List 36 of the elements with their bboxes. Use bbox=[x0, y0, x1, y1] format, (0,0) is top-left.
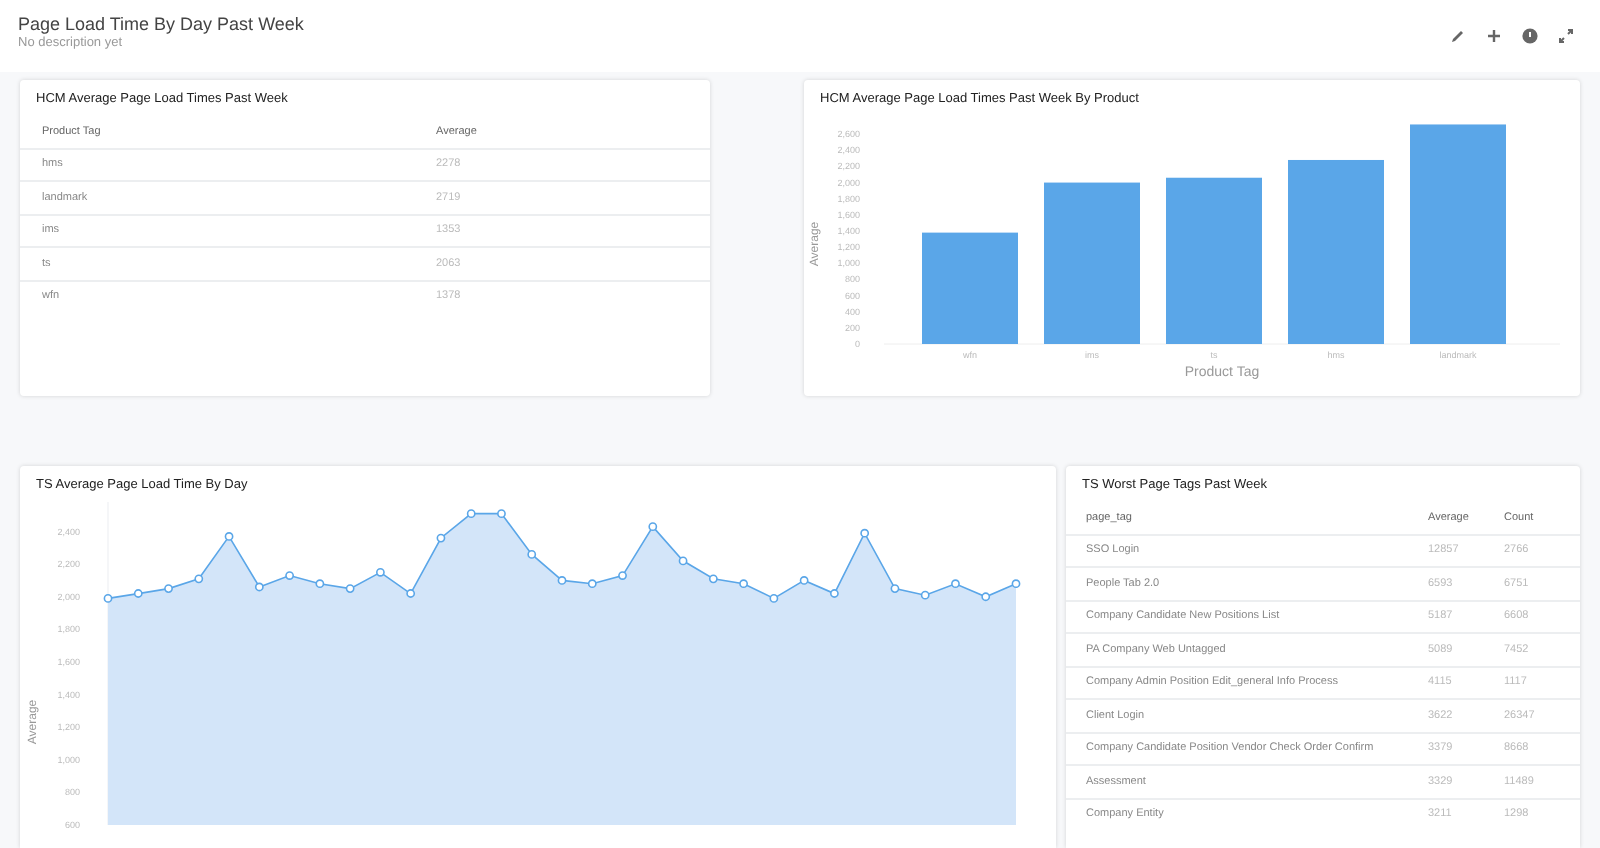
data-point[interactable] bbox=[951, 579, 960, 589]
data-point[interactable] bbox=[860, 528, 870, 538]
data-point[interactable] bbox=[890, 584, 900, 593]
data-point[interactable] bbox=[497, 509, 506, 519]
data-point[interactable] bbox=[769, 594, 779, 603]
data-point[interactable] bbox=[708, 574, 718, 584]
data-point[interactable] bbox=[799, 576, 809, 585]
data-point[interactable] bbox=[164, 584, 173, 593]
data-point[interactable] bbox=[527, 550, 537, 559]
data-point[interactable] bbox=[920, 590, 930, 600]
add-icon[interactable] bbox=[1486, 28, 1502, 44]
data-point[interactable] bbox=[406, 589, 416, 598]
edit-icon[interactable] bbox=[1450, 28, 1466, 44]
data-point[interactable] bbox=[466, 509, 476, 519]
data-point[interactable] bbox=[315, 579, 325, 589]
dashboard-title: Page Load Time By Day Past Week bbox=[18, 14, 304, 36]
data-point[interactable] bbox=[133, 589, 143, 598]
data-point[interactable] bbox=[194, 574, 204, 584]
data-point[interactable] bbox=[830, 589, 839, 598]
data-point[interactable] bbox=[739, 579, 748, 589]
data-point[interactable] bbox=[254, 582, 264, 592]
data-point[interactable] bbox=[345, 584, 355, 593]
info-icon[interactable] bbox=[1522, 28, 1538, 44]
data-point[interactable] bbox=[557, 576, 567, 585]
data-point[interactable] bbox=[285, 571, 294, 580]
data-point[interactable] bbox=[103, 594, 113, 603]
data-point[interactable] bbox=[587, 579, 597, 589]
data-point[interactable] bbox=[648, 522, 658, 532]
data-point[interactable] bbox=[224, 532, 234, 541]
data-point[interactable] bbox=[678, 556, 688, 566]
expand-icon[interactable] bbox=[1558, 28, 1574, 44]
data-point[interactable] bbox=[436, 533, 446, 543]
data-point[interactable] bbox=[376, 567, 385, 577]
data-point[interactable] bbox=[1011, 579, 1021, 589]
data-point[interactable] bbox=[981, 592, 991, 602]
data-point[interactable] bbox=[618, 571, 627, 580]
